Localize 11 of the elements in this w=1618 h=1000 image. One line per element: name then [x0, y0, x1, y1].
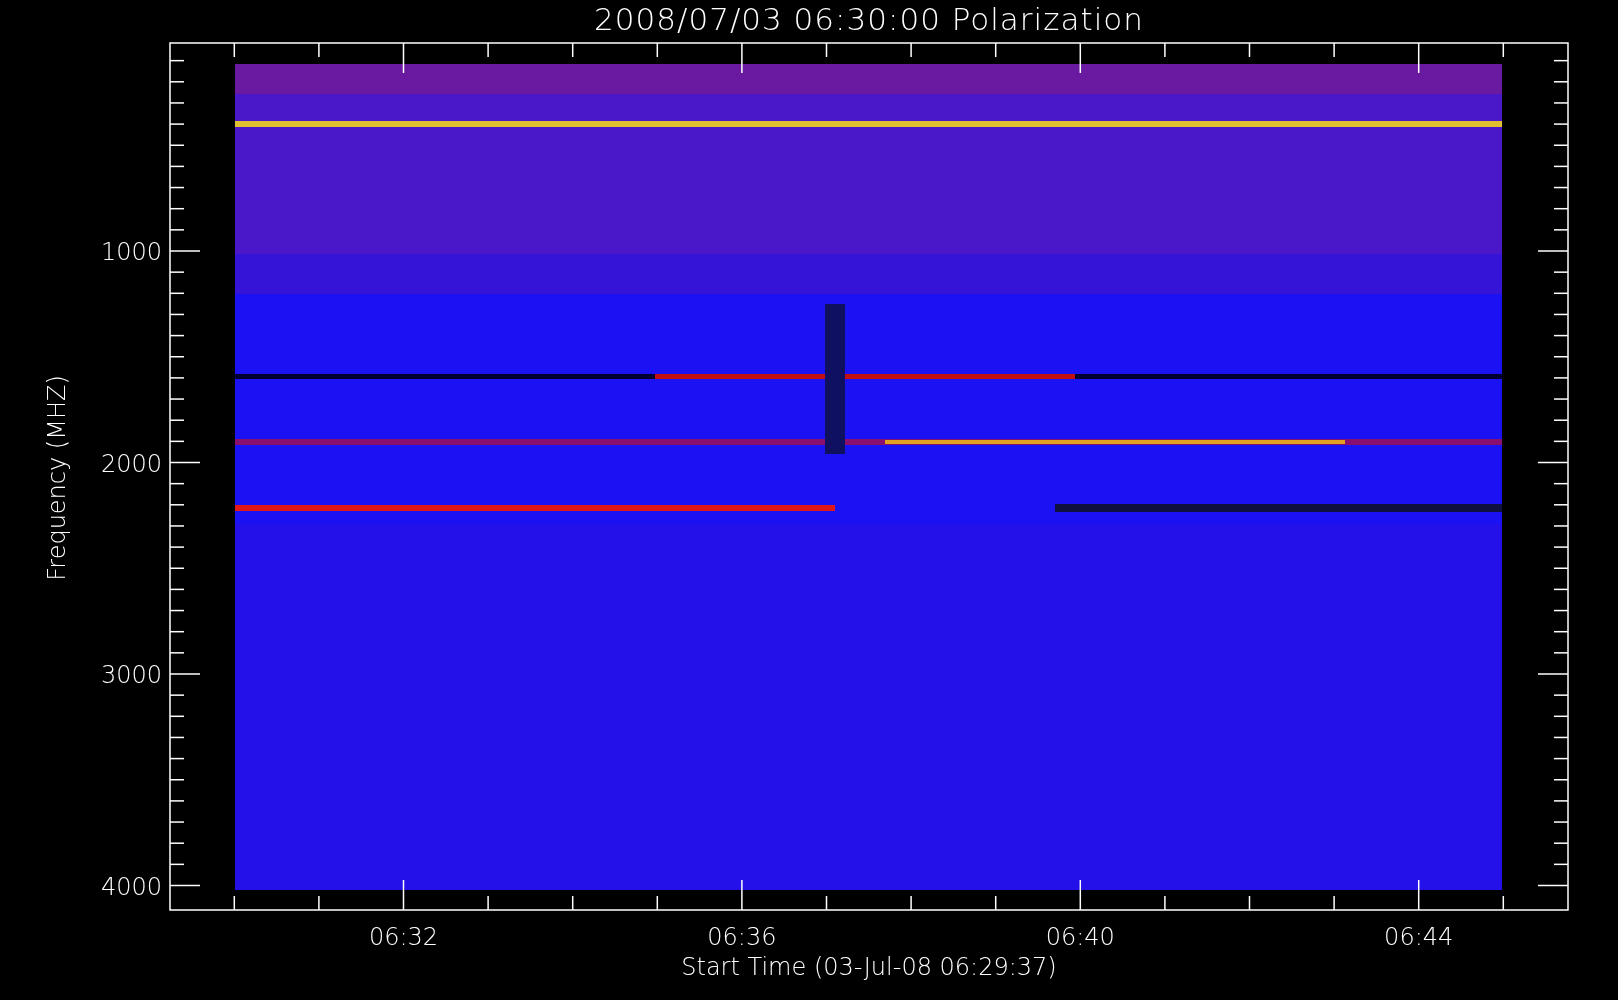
x-tick-label: 06:36	[707, 923, 777, 951]
x-axis-label: Start Time (03-Jul-08 06:29:37)	[681, 953, 1057, 981]
y-tick-label: 4000	[100, 872, 162, 901]
y-tick-label: 1000	[100, 238, 162, 266]
x-tick-label: 06:32	[368, 923, 439, 951]
y-tick-label: 2000	[100, 449, 162, 478]
y-axis-label: Frequency (MHZ)	[43, 375, 71, 581]
x-tick-label: 06:40	[1045, 923, 1115, 951]
y-tick-label: 3000	[100, 661, 162, 689]
x-tick-label: 06:44	[1384, 923, 1454, 951]
chart-title: 2008/07/03 06:30:00 Polarization	[594, 1, 1144, 37]
